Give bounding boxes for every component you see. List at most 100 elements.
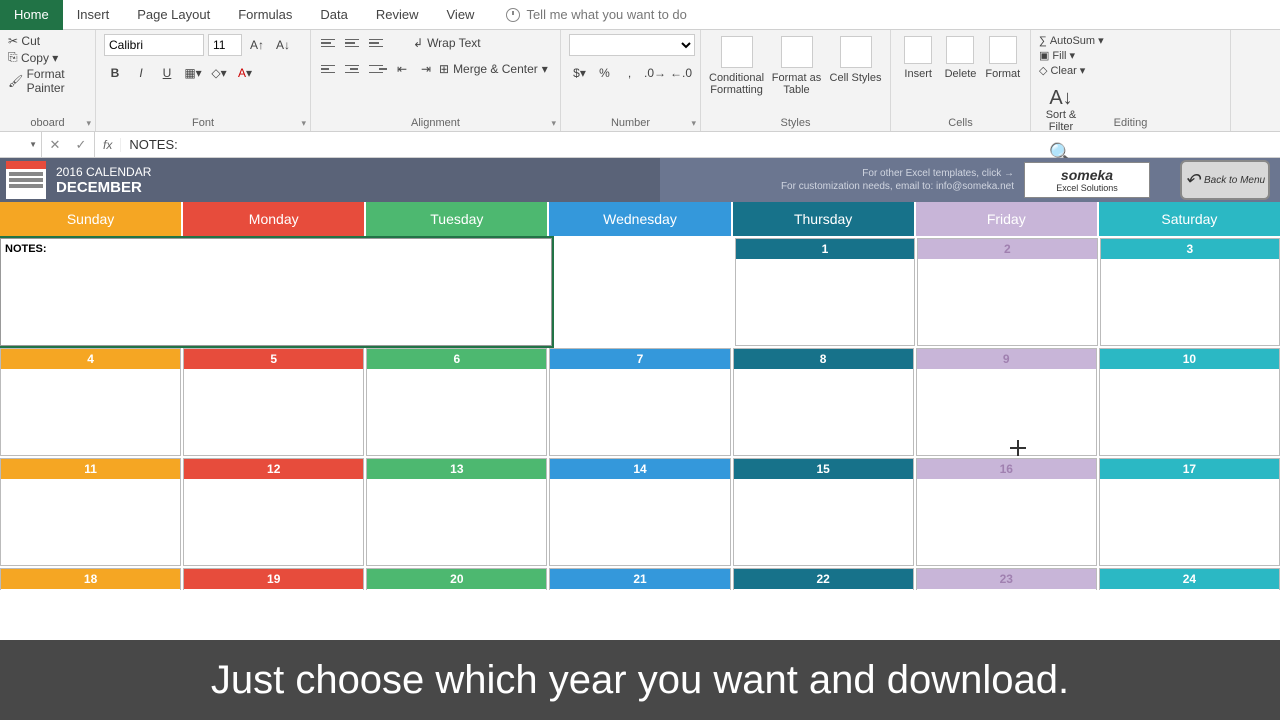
align-left-button[interactable] [319, 60, 341, 78]
clipboard-launcher[interactable]: ▾ [86, 118, 91, 129]
calendar-cell[interactable]: 13 [366, 458, 547, 566]
tell-me-search[interactable]: Tell me what you want to do [488, 7, 686, 22]
clear-button[interactable]: ◇ Clear ▾ [1039, 64, 1222, 77]
calendar-cell[interactable]: 11 [0, 458, 181, 566]
calendar-cell[interactable]: 2 [917, 238, 1097, 346]
align-bottom-button[interactable] [367, 34, 389, 52]
percent-button[interactable]: % [594, 62, 615, 84]
date-number: 24 [1100, 569, 1279, 589]
date-number: 7 [550, 349, 729, 369]
increase-indent-button[interactable]: ⇥ [415, 58, 437, 80]
font-size-select[interactable] [208, 34, 242, 56]
date-number: 2 [918, 239, 1096, 259]
merge-center-button[interactable]: ⊞Merge & Center▾ [439, 62, 548, 76]
calendar-cell[interactable]: 3 [1100, 238, 1280, 346]
bold-button[interactable]: B [104, 62, 126, 84]
cancel-formula-button[interactable]: ✕ [42, 137, 68, 153]
notes-cell[interactable]: NOTES: [0, 238, 552, 346]
calendar-cell[interactable]: 17 [1099, 458, 1280, 566]
calendar-cell[interactable]: 16 [916, 458, 1097, 566]
formula-input[interactable]: NOTES: [121, 137, 1280, 152]
number-format-select[interactable] [569, 34, 695, 56]
fill-color-button[interactable]: ◇▾ [208, 62, 230, 84]
font-label: Font [96, 117, 310, 129]
calendar-cell[interactable]: 15 [733, 458, 914, 566]
tab-home[interactable]: Home [0, 0, 63, 30]
calendar-cell[interactable]: 1 [735, 238, 915, 346]
underline-button[interactable]: U [156, 62, 178, 84]
calendar-cell[interactable]: 5 [183, 348, 364, 456]
wrap-text-button[interactable]: ↲Wrap Text [413, 36, 481, 50]
align-middle-button[interactable] [343, 34, 365, 52]
back-to-menu-button[interactable]: ↶ Back to Menu [1180, 160, 1270, 200]
align-center-button[interactable] [343, 60, 365, 78]
date-number: 6 [367, 349, 546, 369]
font-launcher[interactable]: ▾ [301, 118, 306, 129]
align-top-button[interactable] [319, 34, 341, 52]
day-sunday: Sunday [0, 202, 181, 236]
calendar-cell[interactable]: 24 [1099, 568, 1280, 590]
tab-page-layout[interactable]: Page Layout [123, 0, 224, 30]
calendar-cell[interactable]: 23 [916, 568, 1097, 590]
calendar-cell[interactable]: 9 [916, 348, 1097, 456]
clipboard-label: oboard [0, 117, 95, 129]
tab-data[interactable]: Data [306, 0, 361, 30]
calendar-cell[interactable]: 7 [549, 348, 730, 456]
day-monday: Monday [183, 202, 364, 236]
number-label: Number [561, 117, 700, 129]
increase-decimal-button[interactable]: .0→ [644, 62, 666, 84]
days-header-row: Sunday Monday Tuesday Wednesday Thursday… [0, 202, 1280, 236]
font-color-button[interactable]: A▾ [234, 62, 256, 84]
calendar-cell[interactable]: 20 [366, 568, 547, 590]
calendar-cell[interactable]: 6 [366, 348, 547, 456]
tab-formulas[interactable]: Formulas [224, 0, 306, 30]
calendar-cell[interactable]: 12 [183, 458, 364, 566]
decrease-font-button[interactable]: A↓ [272, 34, 294, 56]
align-right-button[interactable] [367, 60, 389, 78]
cut-button[interactable]: ✂ Cut [8, 34, 87, 48]
tell-me-label: Tell me what you want to do [526, 7, 686, 22]
calendar-cell[interactable] [554, 238, 732, 346]
calendar-cell[interactable]: 10 [1099, 348, 1280, 456]
border-button[interactable]: ▦▾ [182, 62, 204, 84]
date-number: 22 [734, 569, 913, 589]
format-painter-button[interactable]: 🖌 Format Painter [8, 67, 87, 95]
date-number: 10 [1100, 349, 1279, 369]
calendar-cell[interactable]: 19 [183, 568, 364, 590]
copy-button[interactable]: ⎘ Copy ▾ [8, 50, 87, 65]
decrease-decimal-button[interactable]: ←.0 [670, 62, 692, 84]
tab-view[interactable]: View [433, 0, 489, 30]
alignment-label: Alignment [311, 117, 560, 129]
increase-font-button[interactable]: A↑ [246, 34, 268, 56]
comma-button[interactable]: , [619, 62, 640, 84]
calendar-cell[interactable]: 8 [733, 348, 914, 456]
tab-review[interactable]: Review [362, 0, 433, 30]
currency-button[interactable]: $▾ [569, 62, 590, 84]
calendar-cell[interactable]: 14 [549, 458, 730, 566]
decrease-indent-button[interactable]: ⇤ [391, 58, 413, 80]
calendar-cell[interactable]: 4 [0, 348, 181, 456]
ribbon-tabs: Home Insert Page Layout Formulas Data Re… [0, 0, 1280, 30]
date-number: 16 [917, 459, 1096, 479]
calendar-cell[interactable]: 22 [733, 568, 914, 590]
font-name-select[interactable] [104, 34, 204, 56]
name-box[interactable]: ▼ [0, 132, 42, 157]
calendar-year: 2016 CALENDAR [56, 165, 151, 179]
alignment-launcher[interactable]: ▾ [551, 118, 556, 129]
worksheet[interactable]: 2016 CALENDAR DECEMBER For other Excel t… [0, 158, 1280, 718]
tab-insert[interactable]: Insert [63, 0, 124, 30]
day-tuesday: Tuesday [366, 202, 547, 236]
calendar-cell[interactable]: 21 [549, 568, 730, 590]
number-launcher[interactable]: ▾ [691, 118, 696, 129]
alignment-group: ↲Wrap Text ⇤ ⇥ ⊞Merge & Center▾ Alignmen… [311, 30, 561, 131]
day-thursday: Thursday [733, 202, 914, 236]
week-row: 11 12 13 14 15 16 17 [0, 458, 1280, 566]
date-number: 19 [184, 569, 363, 589]
fx-icon[interactable]: fx [95, 138, 121, 152]
someka-logo: someka Excel Solutions [1024, 162, 1150, 198]
enter-formula-button[interactable]: ✓ [68, 137, 94, 153]
autosum-button[interactable]: ∑ AutoSum ▾ [1039, 34, 1222, 47]
italic-button[interactable]: I [130, 62, 152, 84]
fill-button[interactable]: ▣ Fill ▾ [1039, 49, 1222, 62]
calendar-cell[interactable]: 18 [0, 568, 181, 590]
